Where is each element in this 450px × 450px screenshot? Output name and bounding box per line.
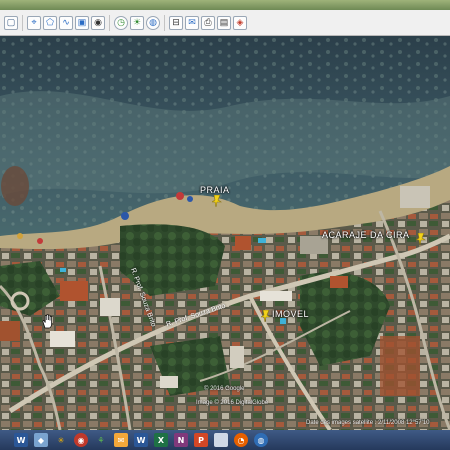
word-2-icon[interactable]: W xyxy=(134,433,148,447)
window-top-strip xyxy=(0,0,450,10)
toolbar-separator xyxy=(22,14,23,31)
cookie-icon[interactable]: ⚘ xyxy=(94,433,108,447)
google-earth-toolbar: ▢ ⌖ ⬠ ∿ ▣ ◉ ◷ ☀ ◍ ⊟ ✉ ⎙ ▤ ◈ xyxy=(0,10,450,36)
google-earth-icon[interactable]: ◍ xyxy=(254,433,268,447)
word-icon[interactable]: W xyxy=(14,433,28,447)
praia-label[interactable]: PRAIA xyxy=(200,185,230,195)
polygon-icon[interactable]: ⬠ xyxy=(43,15,57,30)
history-icon[interactable]: ◷ xyxy=(114,15,128,30)
onenote-icon[interactable]: N xyxy=(174,433,188,447)
acaraje-pushpin-icon[interactable] xyxy=(416,233,426,245)
praia-pushpin-icon[interactable] xyxy=(212,195,222,207)
satellite-map-view[interactable]: PRAIA ACARAJE DA CIRA IMOVEL R. Prof. So… xyxy=(0,36,450,430)
tools-icon[interactable]: ✳ xyxy=(54,433,68,447)
toolbar-separator xyxy=(109,14,110,31)
maps-icon[interactable]: ◈ xyxy=(233,15,247,30)
acaraje-da-cira-label[interactable]: ACARAJE DA CIRA xyxy=(322,230,410,240)
imagery-date: Date des images satellite : 2/11/2008 12… xyxy=(306,420,430,426)
earth-icon[interactable]: ◍ xyxy=(146,15,160,30)
excel-icon[interactable]: X xyxy=(154,433,168,447)
imagery-copyright: Image © 2016 DigitalGlobe xyxy=(196,400,269,406)
imovel-label[interactable]: IMOVEL xyxy=(272,309,309,319)
save-image-icon[interactable]: ▤ xyxy=(217,15,231,30)
google-copyright: © 2016 Google xyxy=(204,386,245,392)
placemark-icon[interactable]: ⌖ xyxy=(27,15,41,30)
path-icon[interactable]: ∿ xyxy=(59,15,73,30)
outlook-icon[interactable]: ✉ xyxy=(114,433,128,447)
ruler-icon[interactable]: ⊟ xyxy=(169,15,183,30)
media-player-icon[interactable]: ◉ xyxy=(74,433,88,447)
sun-icon[interactable]: ☀ xyxy=(130,15,144,30)
paint-icon[interactable]: ◆ xyxy=(34,433,48,447)
tour-icon[interactable]: ◉ xyxy=(91,15,105,30)
powerpoint-icon[interactable]: P xyxy=(194,433,208,447)
print-icon[interactable]: ⎙ xyxy=(201,15,215,30)
firefox-icon[interactable]: ◔ xyxy=(234,433,248,447)
toolbar-separator xyxy=(164,14,165,31)
overlay-icon[interactable]: ▣ xyxy=(75,15,89,30)
email-icon[interactable]: ✉ xyxy=(185,15,199,30)
windows-taskbar: W ◆ ✳ ◉ ⚘ ✉ W X N P ◔ ◍ xyxy=(0,430,450,450)
hand-cursor-icon xyxy=(42,314,52,329)
arrow-icon[interactable]: ▢ xyxy=(4,15,18,30)
blank-app-icon[interactable] xyxy=(214,433,228,447)
imovel-pushpin-icon[interactable] xyxy=(261,310,271,322)
